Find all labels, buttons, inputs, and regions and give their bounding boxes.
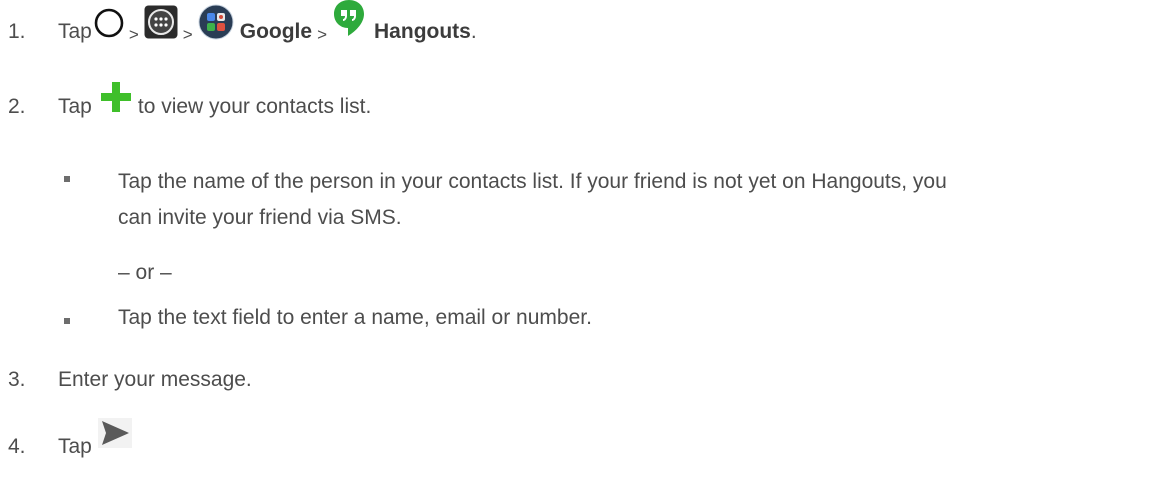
step-text: Enter your message. [58,368,252,391]
step-period: . [470,20,477,43]
apps-grid-icon [144,5,178,45]
bullet-marker [64,318,70,324]
step-text-tap: Tap [58,20,92,43]
hangouts-label: Hangouts [374,20,471,43]
step-number: 2. [8,95,26,118]
separator: > [182,25,193,44]
bullet-text: Tap the text field to enter a name, emai… [118,306,592,329]
bullet-line: Tap the name of the person in your conta… [118,170,947,193]
step-text-tap: Tap [58,95,92,118]
home-circle-icon [94,8,124,44]
bullet-line: can invite your friend via SMS. [118,206,402,229]
step-text-tap: Tap [58,435,92,458]
step-number: 4. [8,435,26,458]
step-number: 3. [8,368,26,391]
add-plus-icon [100,81,132,119]
google-label: Google [239,20,313,43]
google-folder-icon [198,4,234,46]
step-4: 4. Tap [8,418,132,459]
send-arrow-icon [97,418,132,454]
bullet-text: Tap the name of the person in your conta… [118,164,947,236]
step-text: to view your contacts list. [137,95,372,118]
separator: > [317,25,328,44]
bullet-marker [64,176,70,182]
step-2: 2. Tap to view your contacts list. [8,82,372,119]
or-separator: – or – [118,261,172,284]
step-number: 1. [8,20,26,43]
step-3: 3. Enter your message. [8,368,252,392]
separator: > [128,25,139,44]
hangouts-icon [332,0,366,44]
step-1: 1. Tap > > Google > Hangouts . [8,0,477,46]
